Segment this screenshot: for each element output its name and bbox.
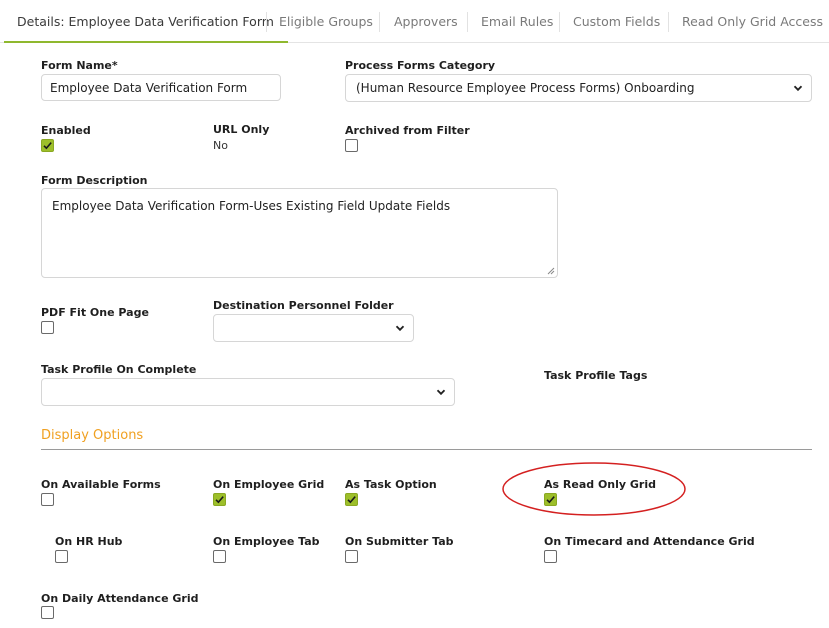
- enabled-label: Enabled: [41, 124, 91, 137]
- on-employee-grid-checkbox[interactable]: [213, 493, 226, 506]
- on-timecard-checkbox[interactable]: [544, 550, 557, 563]
- archived-label: Archived from Filter: [345, 124, 470, 137]
- task-tags-label: Task Profile Tags: [544, 369, 648, 382]
- description-text: Employee Data Verification Form-Uses Exi…: [52, 199, 451, 213]
- on-employee-grid-label: On Employee Grid: [213, 478, 325, 491]
- on-submitter-tab-label: On Submitter Tab: [345, 535, 454, 548]
- display-options-title: Display Options: [41, 428, 144, 443]
- category-select-value: (Human Resource Employee Process Forms) …: [356, 81, 695, 95]
- url-only-value: No: [213, 139, 228, 152]
- form-name-label: Form Name*: [41, 59, 118, 72]
- as-read-only-grid-label: As Read Only Grid: [544, 478, 656, 491]
- pdf-fit-checkbox[interactable]: [41, 321, 54, 334]
- as-task-option-label: As Task Option: [345, 478, 437, 491]
- tab-bar: Details: Employee Data Verification Form…: [0, 0, 829, 43]
- enabled-checkbox[interactable]: [41, 139, 54, 152]
- tab-separator: [467, 12, 468, 32]
- tab-separator: [379, 12, 380, 32]
- description-textarea[interactable]: Employee Data Verification Form-Uses Exi…: [41, 188, 558, 278]
- destination-select[interactable]: [213, 314, 414, 342]
- on-hr-hub-label: On HR Hub: [55, 535, 123, 548]
- task-profile-label: Task Profile On Complete: [41, 363, 197, 376]
- as-read-only-grid-checkbox[interactable]: [544, 493, 557, 506]
- tab-details[interactable]: Details: Employee Data Verification Form: [4, 0, 288, 43]
- chevron-down-icon: [436, 389, 446, 396]
- chevron-down-icon: [395, 325, 405, 332]
- on-available-forms-label: On Available Forms: [41, 478, 161, 491]
- on-hr-hub-checkbox[interactable]: [55, 550, 68, 563]
- checkmark-icon: [43, 142, 52, 150]
- tab-approvers[interactable]: Approvers: [394, 0, 458, 42]
- category-select[interactable]: (Human Resource Employee Process Forms) …: [345, 74, 812, 102]
- pdf-fit-label: PDF Fit One Page: [41, 306, 149, 319]
- tab-custom-fields[interactable]: Custom Fields: [573, 0, 660, 42]
- on-timecard-label: On Timecard and Attendance Grid: [544, 535, 755, 548]
- task-profile-select[interactable]: [41, 378, 455, 406]
- category-label: Process Forms Category: [345, 59, 496, 72]
- archived-checkbox[interactable]: [345, 139, 358, 152]
- tab-separator: [668, 12, 669, 32]
- tab-read-only-grid-access[interactable]: Read Only Grid Access: [682, 0, 823, 42]
- on-employee-tab-label: On Employee Tab: [213, 535, 320, 548]
- destination-label: Destination Personnel Folder: [213, 299, 394, 312]
- description-label: Form Description: [41, 174, 148, 187]
- checkmark-icon: [215, 496, 224, 504]
- on-employee-tab-checkbox[interactable]: [213, 550, 226, 563]
- chevron-down-icon: [793, 85, 803, 92]
- on-available-forms-checkbox[interactable]: [41, 493, 54, 506]
- checkmark-icon: [546, 496, 555, 504]
- as-task-option-checkbox[interactable]: [345, 493, 358, 506]
- resize-handle-icon[interactable]: [547, 267, 555, 275]
- on-submitter-tab-checkbox[interactable]: [345, 550, 358, 563]
- tab-separator: [559, 12, 560, 32]
- section-divider: [41, 449, 812, 450]
- tab-eligible-groups[interactable]: Eligible Groups: [279, 0, 373, 42]
- on-daily-attendance-checkbox[interactable]: [41, 606, 54, 619]
- tab-separator: [266, 12, 267, 32]
- form-name-input[interactable]: [41, 74, 281, 101]
- url-only-label: URL Only: [213, 123, 270, 136]
- tab-email-rules[interactable]: Email Rules: [481, 0, 553, 42]
- on-daily-attendance-label: On Daily Attendance Grid: [41, 592, 199, 605]
- checkmark-icon: [347, 496, 356, 504]
